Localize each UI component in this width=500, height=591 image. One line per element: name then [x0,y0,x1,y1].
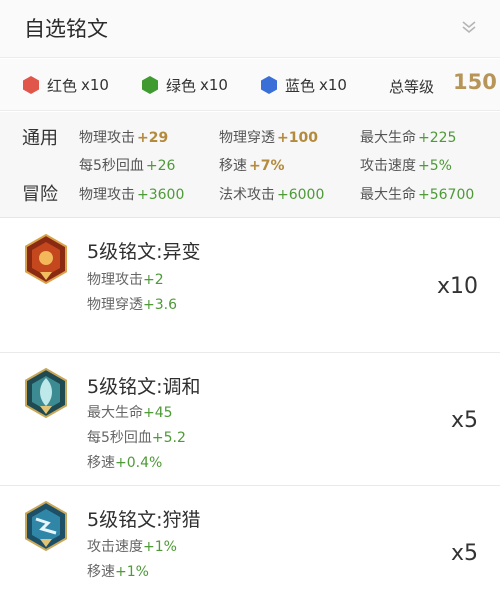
stat-value: +1% [143,539,177,555]
stats-panel: 通用 物理攻击 +29 物理穿透 +100 最大生命 +225 每5秒回血 +26 移速… [0,112,500,218]
stat-name: 物理攻击 [79,187,135,203]
rune-card-hunt[interactable]: 5级铭文:狩猎 攻击速度+1% 移速+1% x5 [0,487,500,591]
red-hexagon-icon [23,76,39,94]
stat-item: 法术攻击 +6000 [219,184,324,204]
rune-quantity: x10 [436,274,478,299]
stat-name: 每5秒回血 [87,430,152,446]
green-hexagon-icon [142,76,158,94]
stat-item: 最大生命 +56700 [360,184,474,204]
stat-item: 物理攻击 +29 [79,127,168,147]
chip-count: x10 [200,76,228,94]
stat-value: +3.6 [143,297,177,313]
stat-value: +100 [277,130,318,146]
stat-name: 移速 [87,564,115,580]
stat-value: +5.2 [151,430,186,446]
stat-value: +5% [418,158,452,174]
total-level-label: 总等级 [389,78,435,96]
stat-name: 法术攻击 [219,187,275,203]
total-level-value: 150 [453,70,497,94]
general-label: 通用 [22,128,58,149]
stat-name: 物理穿透 [87,297,143,313]
stat-value: +29 [137,130,169,146]
rune-card-mutation[interactable]: 5级铭文:异变 物理攻击+2 物理穿透+3.6 x10 [0,219,500,353]
stat-name: 最大生命 [360,187,416,203]
stat-item: 移速 +7% [219,155,285,175]
rune-name: 5级铭文:异变 [87,241,201,263]
rune-stat-line: 攻击速度+1% [87,536,177,556]
stat-item: 每5秒回血 +26 [79,155,175,175]
stat-value: +2 [143,272,164,288]
rune-stat-line: 移速+0.4% [87,452,162,472]
stat-name: 移速 [87,455,115,471]
stat-name: 物理攻击 [79,130,135,146]
stat-name: 攻击速度 [87,539,143,555]
stat-item: 物理穿透 +100 [219,127,318,147]
stat-value: +56700 [418,187,475,203]
stat-name: 物理穿透 [219,130,275,146]
blue-hexagon-icon [261,76,277,94]
stat-name: 攻击速度 [360,158,416,174]
stat-name: 最大生命 [360,130,416,146]
chip-count: x10 [319,76,347,94]
stat-value: +225 [418,130,457,146]
rune-name: 5级铭文:狩猎 [87,509,201,531]
rune-mutation-icon [25,234,67,284]
chip-count: x10 [81,76,109,94]
stat-name: 物理攻击 [87,272,143,288]
page-title: 自选铭文 [24,17,108,41]
page-header: 自选铭文 [0,0,500,58]
stat-value: +45 [143,405,173,421]
rune-stat-line: 物理穿透+3.6 [87,294,177,314]
adventure-label: 冒险 [22,184,58,205]
rune-name: 5级铭文:调和 [87,376,201,398]
rune-quantity: x5 [450,541,478,566]
stat-item: 攻击速度 +5% [360,155,452,175]
chip-label: 绿色 [166,76,197,95]
stat-name: 最大生命 [87,405,143,421]
stat-value: +6000 [277,187,325,203]
rune-hunt-icon [25,501,67,551]
blue-rune-count: 蓝色 x10 [260,74,347,96]
stat-value: +1% [115,564,149,580]
rune-color-summary: 红色 x10 绿色 x10 蓝色 x10 总等级 150 [0,59,500,111]
stat-item: 物理攻击 +3600 [79,184,184,204]
rune-stat-line: 物理攻击+2 [87,269,164,289]
rune-harmony-icon [25,368,67,418]
rune-stat-line: 最大生命+45 [87,402,173,422]
rune-card-harmony[interactable]: 5级铭文:调和 最大生命+45 每5秒回血+5.2 移速+0.4% x5 [0,354,500,486]
chip-label: 红色 [47,76,78,95]
chip-label: 蓝色 [285,76,316,95]
rune-stat-line: 移速+1% [87,561,149,581]
stat-item: 最大生命 +225 [360,127,456,147]
stat-name: 移速 [219,158,247,174]
rune-quantity: x5 [450,408,478,433]
stat-value: +3600 [137,187,185,203]
stat-value: +0.4% [115,455,163,471]
red-rune-count: 红色 x10 [22,74,109,96]
chevron-double-down-icon[interactable] [458,17,480,39]
rune-stat-line: 每5秒回血+5.2 [87,427,186,447]
stat-value: +7% [249,158,285,174]
green-rune-count: 绿色 x10 [141,74,228,96]
stat-name: 每5秒回血 [79,158,144,174]
stat-value: +26 [145,158,176,174]
